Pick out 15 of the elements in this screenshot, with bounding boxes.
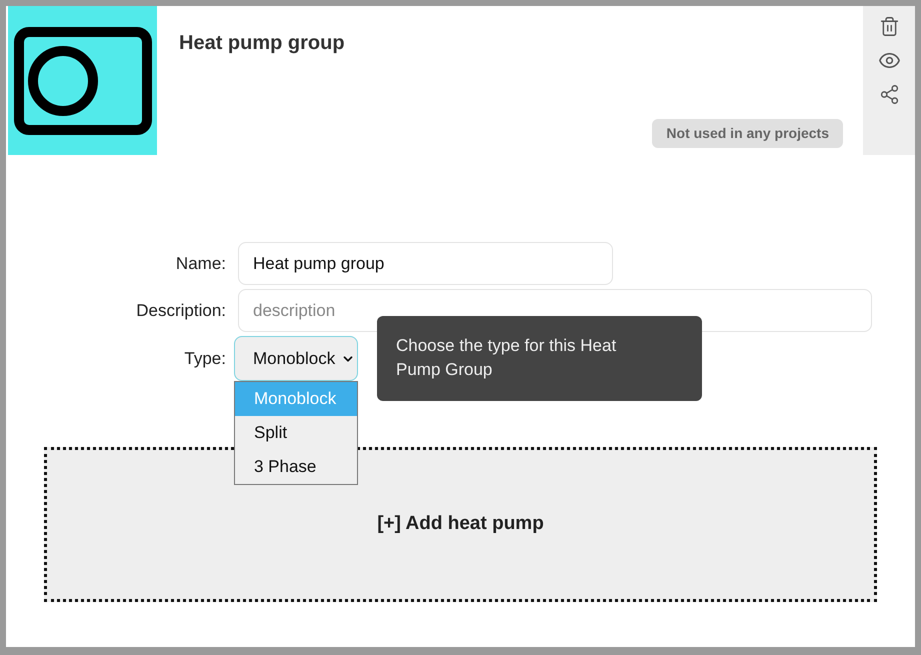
group-title: Heat pump group bbox=[179, 31, 345, 56]
type-label: Type: bbox=[183, 348, 226, 370]
description-label: Description: bbox=[135, 300, 226, 322]
share-icon[interactable] bbox=[878, 84, 900, 105]
dropdown-option[interactable]: Split bbox=[235, 416, 357, 450]
name-field[interactable]: Heat pump group bbox=[238, 242, 613, 285]
name-label: Name: bbox=[174, 252, 226, 275]
delete-icon[interactable] bbox=[878, 16, 900, 37]
dropdown-option[interactable]: 3 Phase bbox=[235, 450, 357, 484]
description-field[interactable]: description bbox=[238, 289, 872, 332]
add-heat-pump-label: [+] Add heat pump bbox=[377, 512, 544, 536]
type-select[interactable]: Monoblock bbox=[234, 336, 358, 381]
device-icon bbox=[12, 26, 152, 136]
tooltip: Choose the type for this Heat Pump Group bbox=[377, 316, 702, 401]
usage-badge: Not used in any projects bbox=[652, 119, 843, 148]
